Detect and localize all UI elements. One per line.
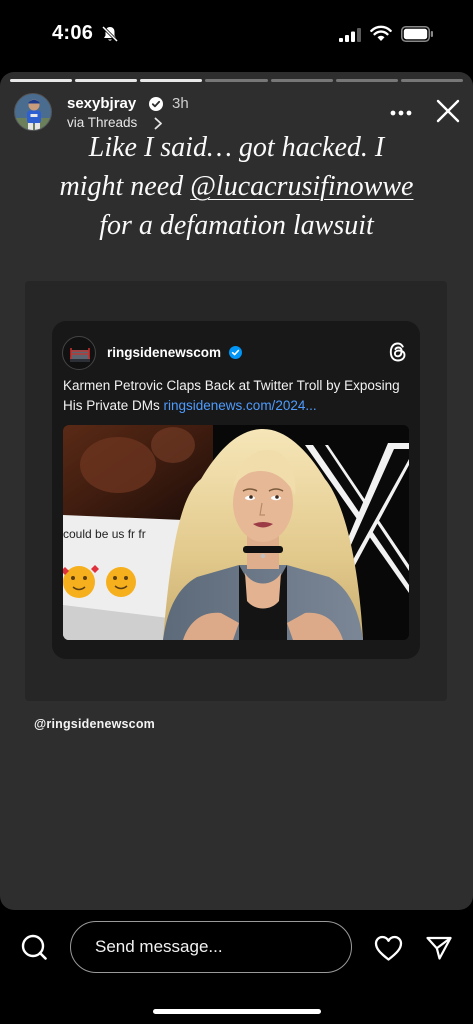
story-username[interactable]: sexybjray — [67, 95, 136, 112]
caption-mention-link[interactable]: @lucacrusifinowwe — [190, 171, 413, 202]
caption-line-2: might need @lucacrusifinowwe — [20, 167, 453, 206]
close-icon[interactable] — [436, 99, 460, 123]
send-message-input[interactable] — [70, 921, 352, 973]
avatar-photo — [15, 94, 51, 130]
progress-segment — [205, 79, 268, 82]
status-bar: 4:06 — [0, 0, 473, 70]
mention-sticker[interactable]: @ringsidenewscom — [34, 717, 155, 731]
progress-segment — [75, 79, 138, 82]
story-time-ago: 3h — [172, 95, 189, 112]
wifi-icon — [370, 25, 392, 41]
progress-segment — [10, 79, 73, 82]
threads-post-card[interactable]: ringsidenewscom Karmen Petrovic Claps Ba… — [52, 321, 420, 659]
wrestling-ring-icon — [70, 348, 90, 362]
story-reply-bar — [0, 912, 473, 1024]
camera-icon[interactable] — [21, 934, 47, 960]
user-avatar[interactable] — [14, 93, 52, 131]
image-message-text: could be us fr fr — [63, 527, 146, 541]
caption-line-2-text: might need — [59, 171, 191, 202]
ring-logo-avatar[interactable] — [62, 336, 96, 370]
story-progress-bar — [10, 79, 463, 82]
send-icon[interactable] — [425, 934, 453, 962]
threads-logo-icon[interactable] — [387, 341, 409, 363]
battery-icon — [401, 26, 433, 42]
story-header: sexybjray 3h via Threads — [14, 93, 460, 133]
progress-segment — [140, 79, 203, 82]
story-caption: Like I said… got hacked. I might need @l… — [20, 128, 453, 245]
threads-post-username[interactable]: ringsidenewscom — [107, 345, 221, 360]
heart-icon[interactable] — [374, 935, 403, 962]
cellular-signal-icon — [339, 28, 361, 42]
post-image[interactable]: could be us fr fr — [63, 425, 409, 640]
story-viewer[interactable]: sexybjray 3h via Threads Like I said… go… — [0, 72, 473, 910]
progress-segment — [270, 79, 333, 82]
threads-post-text: Karmen Petrovic Claps Back at Twitter Tr… — [63, 376, 413, 416]
status-time: 4:06 — [52, 22, 94, 44]
more-options-icon[interactable] — [390, 110, 412, 116]
caption-line-1: Like I said… got hacked. I — [88, 132, 385, 163]
progress-segment — [335, 79, 398, 82]
post-link[interactable]: ringsidenews.com/2024... — [164, 398, 317, 413]
verified-badge-icon — [149, 97, 163, 111]
verified-badge-icon — [229, 346, 242, 359]
bell-off-icon — [101, 25, 119, 43]
caption-line-3: for a defamation lawsuit — [99, 210, 374, 241]
home-indicator[interactable] — [153, 1009, 321, 1014]
progress-segment — [400, 79, 463, 82]
